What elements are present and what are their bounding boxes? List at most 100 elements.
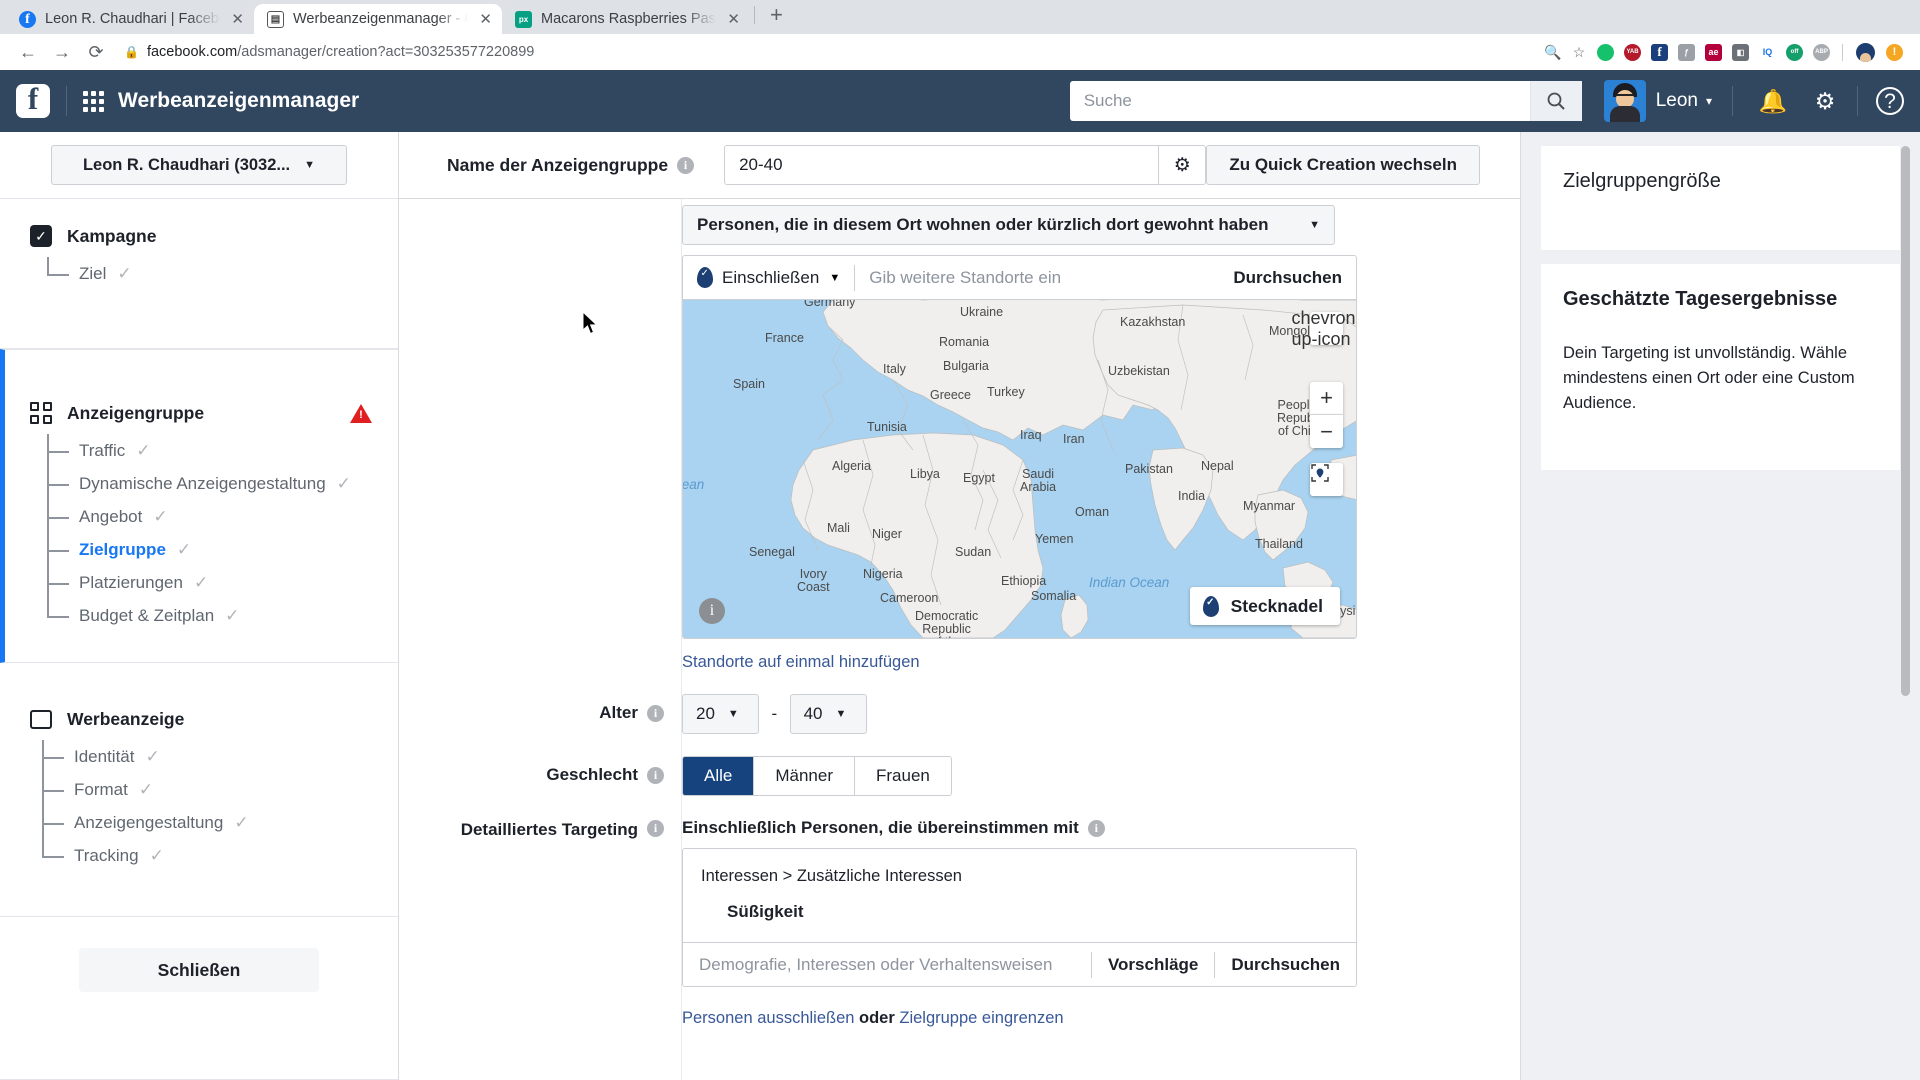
sidebar-item-zielgruppe[interactable]: Zielgruppe ✓ bbox=[47, 533, 398, 566]
info-icon[interactable]: i bbox=[677, 156, 695, 174]
divider bbox=[854, 264, 856, 291]
profile-avatar-icon[interactable] bbox=[1856, 42, 1875, 62]
bulk-locations-link[interactable]: Standorte auf einmal hinzufügen bbox=[682, 653, 920, 672]
reload-icon[interactable]: ⟳ bbox=[80, 36, 112, 68]
close-icon[interactable]: ✕ bbox=[477, 10, 492, 28]
location-input-row[interactable]: Einschließen ▼ Gib weitere Standorte ein… bbox=[683, 256, 1356, 300]
chevron-down-icon[interactable]: ▼ bbox=[829, 272, 840, 284]
sidebar-item-dynamische-anzeigengestaltung[interactable]: Dynamische Anzeigengestaltung ✓ bbox=[47, 467, 398, 500]
yab-extension-icon[interactable]: YAB bbox=[1624, 43, 1641, 61]
zoom-icon[interactable]: 🔍 bbox=[1540, 39, 1566, 65]
sidebar-item-tracking[interactable]: Tracking ✓ bbox=[42, 839, 398, 872]
locate-pin-icon[interactable] bbox=[1310, 463, 1343, 496]
sidebar-item-ziel[interactable]: Ziel ✓ bbox=[47, 257, 398, 290]
adsmanager-icon: ▤ bbox=[267, 10, 284, 28]
chevron-down-icon[interactable]: ▾ bbox=[1706, 94, 1712, 108]
abp-extension-icon[interactable]: ABP bbox=[1813, 43, 1830, 61]
browser-tab[interactable]: f Leon R. Chaudhari | Facebook ✕ bbox=[6, 4, 254, 34]
settings-gear-icon[interactable]: ⚙ bbox=[1799, 88, 1851, 115]
info-icon[interactable]: i bbox=[647, 820, 664, 837]
estimated-results-title: Geschätzte Tagesergebnisse bbox=[1563, 288, 1838, 310]
pocket-extension-icon[interactable]: ◧ bbox=[1732, 43, 1749, 61]
sidebar-spacer bbox=[0, 1023, 398, 1080]
sidebar-item-traffic[interactable]: Traffic ✓ bbox=[47, 434, 398, 467]
detailed-targeting-box: Interessen > Zusätzliche Interessen Süßi… bbox=[682, 848, 1357, 987]
close-button[interactable]: Schließen bbox=[79, 948, 319, 992]
address-bar[interactable]: 🔒 facebook.com/adsmanager/creation?act=3… bbox=[120, 38, 1532, 66]
sidebar-item-kampagne[interactable]: ✓ Kampagne bbox=[0, 217, 398, 255]
browser-tab-active[interactable]: ▤ Werbeanzeigenmanager - Crea ✕ bbox=[254, 4, 502, 34]
divider bbox=[1857, 86, 1858, 116]
sidebar-item-format[interactable]: Format ✓ bbox=[42, 773, 398, 806]
browser-tab[interactable]: px Macarons Raspberries Pastries ✕ bbox=[502, 4, 750, 34]
map-info-icon[interactable]: i bbox=[699, 598, 725, 624]
search-icon[interactable] bbox=[1529, 81, 1582, 121]
info-icon[interactable]: i bbox=[1087, 819, 1105, 837]
iq-extension-icon[interactable]: IQ bbox=[1759, 43, 1776, 61]
gender-option-maenner[interactable]: Männer bbox=[754, 757, 855, 795]
back-icon[interactable]: ← bbox=[12, 36, 44, 68]
interest-chip[interactable]: Süßigkeit bbox=[727, 902, 1338, 922]
notifications-bell-icon[interactable]: 🔔 bbox=[1747, 88, 1799, 115]
new-tab-button[interactable]: + bbox=[759, 4, 794, 30]
location-map[interactable]: Germany Ukraine Kazakhstan Mongolia Fran… bbox=[683, 300, 1356, 638]
adset-name-field[interactable]: ⚙ bbox=[724, 145, 1207, 185]
gender-option-frauen[interactable]: Frauen bbox=[855, 757, 951, 795]
facebook-pixel-helper-extension-icon[interactable]: f bbox=[1651, 43, 1668, 61]
location-pin-check-icon bbox=[697, 267, 713, 288]
sidebar-item-werbeanzeige[interactable]: Werbeanzeige bbox=[0, 701, 398, 738]
grid-apps-icon[interactable] bbox=[83, 90, 104, 112]
global-search[interactable] bbox=[1069, 81, 1582, 121]
user-name[interactable]: Leon bbox=[1656, 90, 1698, 112]
sidebar-item-anzeigengestaltung[interactable]: Anzeigengestaltung ✓ bbox=[42, 806, 398, 839]
age-max-select[interactable]: 40 ▼ bbox=[789, 694, 867, 734]
bookmark-star-icon[interactable]: ☆ bbox=[1566, 39, 1592, 65]
item-label: Format bbox=[74, 779, 128, 799]
detailed-targeting-input-row[interactable]: Demografie, Interessen oder Verhaltenswe… bbox=[683, 942, 1356, 986]
exclude-people-link[interactable]: Personen ausschließen bbox=[682, 1009, 854, 1027]
quick-creation-button[interactable]: Zu Quick Creation wechseln bbox=[1206, 145, 1480, 185]
avatar[interactable] bbox=[1603, 80, 1646, 122]
close-icon[interactable]: ✕ bbox=[229, 10, 244, 28]
scrollbar-thumb[interactable] bbox=[1901, 146, 1910, 696]
left-sidebar: Leon R. Chaudhari (3032... ▼ ✓ Kampagne … bbox=[0, 132, 399, 1080]
account-name: Leon R. Chaudhari (3032... bbox=[82, 155, 291, 174]
sidebar-item-identitaet[interactable]: Identität ✓ bbox=[42, 740, 398, 773]
sidebar-item-anzeigengruppe[interactable]: Anzeigengruppe bbox=[5, 394, 398, 432]
sidebar-item-angebot[interactable]: Angebot ✓ bbox=[47, 500, 398, 533]
adset-name-input[interactable] bbox=[725, 146, 1159, 184]
chevron-up-icon[interactable]: chevron-up-icon bbox=[1291, 308, 1356, 349]
narrow-audience-link[interactable]: Zielgruppe eingrenzen bbox=[899, 1009, 1063, 1027]
location-type-select[interactable]: Personen, die in diesem Ort wohnen oder … bbox=[682, 205, 1335, 245]
location-browse-button[interactable]: Durchsuchen bbox=[1233, 268, 1356, 288]
gender-option-alle[interactable]: Alle bbox=[683, 757, 755, 795]
account-selector-button[interactable]: Leon R. Chaudhari (3032... ▼ bbox=[51, 145, 347, 185]
update-badge-icon[interactable]: ! bbox=[1886, 43, 1903, 61]
similarweb-extension-icon[interactable]: ƒ bbox=[1678, 43, 1695, 61]
gear-icon[interactable]: ⚙ bbox=[1158, 145, 1205, 185]
location-mode-label[interactable]: Einschließen bbox=[722, 268, 819, 288]
zoom-in-button[interactable]: + bbox=[1310, 382, 1343, 415]
grammarly-extension-icon[interactable] bbox=[1597, 43, 1614, 61]
drop-pin-button[interactable]: Stecknadel bbox=[1189, 587, 1340, 625]
sidebar-item-budget-zeitplan[interactable]: Budget & Zeitplan ✓ bbox=[47, 599, 398, 632]
info-icon[interactable]: i bbox=[647, 704, 664, 722]
browse-button[interactable]: Durchsuchen bbox=[1215, 955, 1356, 975]
close-icon[interactable]: ✕ bbox=[725, 10, 740, 28]
forward-icon[interactable]: → bbox=[46, 36, 78, 68]
detailed-targeting-input[interactable]: Demografie, Interessen oder Verhaltenswe… bbox=[699, 955, 1091, 975]
sidebar-item-platzierungen[interactable]: Platzierungen ✓ bbox=[47, 566, 398, 599]
location-search-input[interactable]: Gib weitere Standorte ein bbox=[869, 268, 1233, 288]
adblock-off-extension-icon[interactable]: off bbox=[1786, 43, 1803, 61]
suggestions-button[interactable]: Vorschläge bbox=[1092, 955, 1214, 975]
right-panel-scrollbar[interactable] bbox=[1901, 146, 1910, 1080]
search-input[interactable] bbox=[1069, 81, 1530, 121]
adespresso-extension-icon[interactable]: ae bbox=[1705, 43, 1722, 61]
age-min-select[interactable]: 20 ▼ bbox=[682, 694, 759, 734]
help-question-icon[interactable]: ? bbox=[1876, 87, 1904, 115]
check-icon: ✓ bbox=[138, 779, 154, 799]
adset-grid-icon bbox=[30, 402, 52, 424]
info-icon[interactable]: i bbox=[647, 766, 664, 784]
facebook-logo-icon[interactable]: f bbox=[16, 83, 50, 118]
zoom-out-button[interactable]: − bbox=[1310, 415, 1343, 448]
